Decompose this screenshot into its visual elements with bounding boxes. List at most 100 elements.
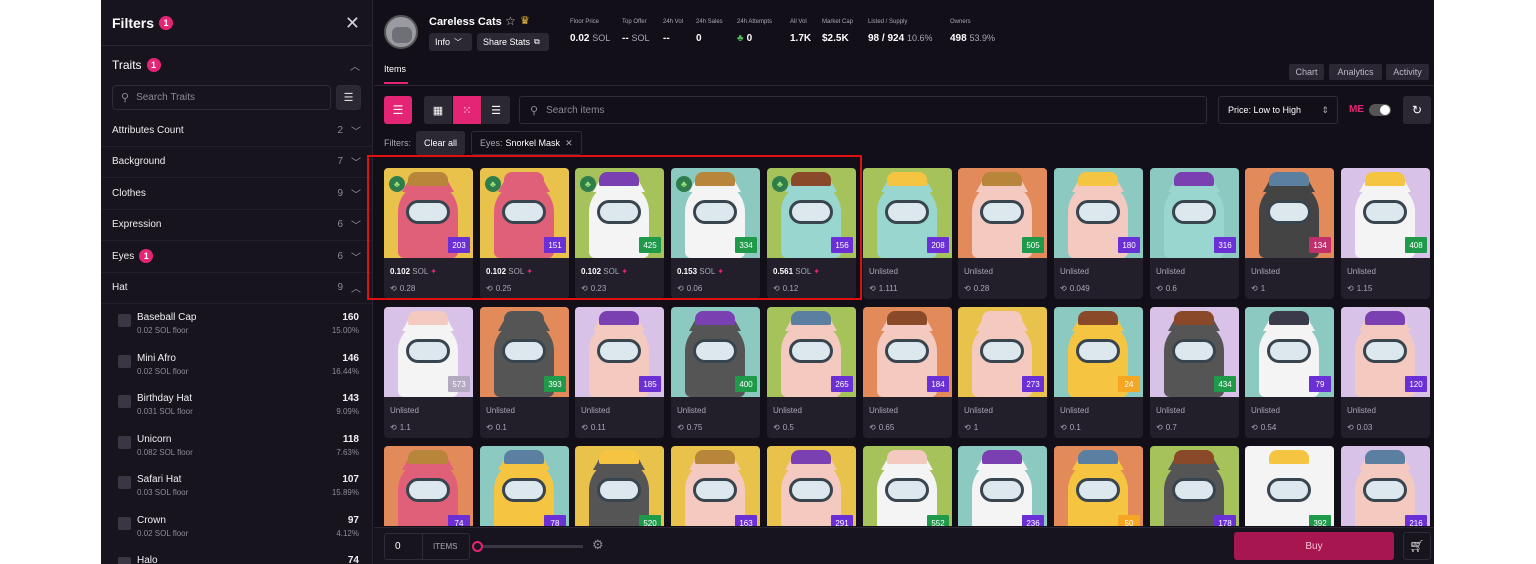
hat-value-row[interactable]: Birthday Hat 0.031 SOL floor 143 9.09% [101, 388, 372, 429]
attribute-row[interactable]: Clothes 9 ﹀ [101, 178, 372, 210]
info-button[interactable]: Info ﹀ [429, 33, 472, 51]
hat-value-row[interactable]: Unicorn 0.082 SOL floor 118 7.63% [101, 429, 372, 470]
attribute-row[interactable]: Expression 6 ﹀ [101, 210, 372, 241]
hat-value-row[interactable]: Safari Hat 0.03 SOL floor 107 15.89% [101, 469, 372, 510]
nft-card[interactable]: 185 Unlisted ⟲ 0.11 [575, 307, 664, 438]
nft-card[interactable]: 24 Unlisted ⟲ 0.1 [1054, 307, 1143, 438]
stat-value-row: 0.02 SOL [570, 33, 610, 44]
attribute-row[interactable]: Attributes Count 2 ﹀ [101, 115, 372, 147]
cat-hat [791, 172, 831, 186]
last-sale-row: ⟲ 0.28 [390, 284, 415, 293]
search-traits-input[interactable]: ⚲ Search Traits [112, 85, 331, 110]
attribute-row[interactable]: Hat 9 ︿ [101, 273, 372, 304]
tab-chart[interactable]: Chart [1289, 64, 1324, 80]
refresh-icon[interactable]: ↻ [1403, 96, 1431, 124]
nft-card[interactable]: 78 [480, 446, 569, 526]
nft-card[interactable]: ♣ 151 0.102 SOL ✦ ⟲ 0.25 [480, 168, 569, 299]
tab-analytics[interactable]: Analytics [1329, 64, 1382, 80]
checkbox[interactable] [118, 354, 131, 368]
filters-count-badge: 1 [159, 15, 174, 30]
snorkel-mask [406, 478, 450, 502]
checkbox[interactable] [118, 435, 131, 449]
hat-value-row[interactable]: Mini Afro 0.02 SOL floor 146 16.44% [101, 348, 372, 389]
nft-image: 434 [1150, 307, 1239, 397]
checkbox[interactable] [118, 476, 131, 489]
nft-card[interactable]: 50 [1054, 446, 1143, 526]
search-items-input[interactable]: ⚲ Search items [519, 96, 1207, 124]
checkbox[interactable] [118, 516, 131, 530]
list-view-icon[interactable]: ☰ [336, 85, 361, 110]
filter-chip-eyes[interactable]: Eyes: Snorkel Mask ✕ [471, 131, 582, 155]
nft-card[interactable]: 178 [1150, 446, 1239, 526]
gear-icon[interactable]: ⚙ [592, 537, 604, 553]
nft-card[interactable]: 79 Unlisted ⟲ 0.54 [1245, 307, 1334, 438]
nft-card[interactable]: 434 Unlisted ⟲ 0.7 [1150, 307, 1239, 438]
hat-value-row[interactable]: Baseball Cap 0.02 SOL floor 160 15.00% [101, 307, 372, 348]
nft-card[interactable]: 273 Unlisted ⟲ 1 [958, 307, 1047, 438]
cat-hat [408, 311, 448, 325]
cart-icon[interactable]: 🛒︎ [1403, 532, 1431, 560]
nft-card[interactable]: ♣ 334 0.153 SOL ✦ ⟲ 0.06 [671, 168, 760, 299]
quantity-input[interactable]: 0 ITEMS [384, 533, 470, 560]
nft-card[interactable]: 236 [958, 446, 1047, 526]
tab-items[interactable]: Items [384, 64, 406, 74]
traits-section-toggle[interactable]: Traits 1 ︿ [101, 46, 372, 84]
active-filters: Filters: Clear all Eyes: Snorkel Mask ✕ [384, 131, 588, 155]
snorkel-mask [1267, 200, 1311, 224]
nft-image: 184 [863, 307, 952, 397]
nft-card[interactable]: 393 Unlisted ⟲ 0.1 [480, 307, 569, 438]
checkbox[interactable] [118, 314, 131, 327]
clear-all-button[interactable]: Clear all [416, 131, 466, 155]
nft-card[interactable]: ♣ 203 0.102 SOL ✦ ⟲ 0.28 [384, 168, 473, 299]
nft-card[interactable]: 520 [575, 446, 664, 526]
nft-card[interactable]: 400 Unlisted ⟲ 0.75 [671, 307, 760, 438]
tab-activity[interactable]: Activity [1386, 64, 1429, 80]
nft-card[interactable]: 505 Unlisted ⟲ 0.28 [958, 168, 1047, 299]
hat-value-floor: 0.031 SOL floor [137, 407, 193, 416]
nft-card[interactable]: ♣ 425 0.102 SOL ✦ ⟲ 0.23 [575, 168, 664, 299]
nft-card[interactable]: 208 Unlisted ⟲ 1.111 [863, 168, 952, 299]
nft-card[interactable]: 408 Unlisted ⟲ 1.15 [1341, 168, 1430, 299]
close-icon[interactable]: ✕ [565, 138, 573, 149]
nft-image: 520 [575, 446, 664, 526]
sweep-slider[interactable] [472, 541, 583, 552]
cat-hat [1365, 172, 1405, 186]
nft-card[interactable]: 573 Unlisted ⟲ 1.1 [384, 307, 473, 438]
sort-select[interactable]: Price: Low to High ⇕ [1218, 96, 1338, 124]
hat-value-row[interactable]: Crown 0.02 SOL floor 97 4.12% [101, 510, 372, 551]
marketplace-app: Filters 1 ✕ Traits 1 ︿ ⚲ Search Traits ☰… [101, 0, 1434, 564]
nft-card[interactable]: 265 Unlisted ⟲ 0.5 [767, 307, 856, 438]
snorkel-mask [502, 200, 546, 224]
nft-card[interactable]: 552 [863, 446, 952, 526]
attribute-row[interactable]: Eyes 1 6 ﹀ [101, 241, 372, 273]
close-icon[interactable]: ✕ [345, 13, 360, 34]
nft-card[interactable]: 120 Unlisted ⟲ 0.03 [1341, 307, 1430, 438]
last-sale-value: 1.15 [1356, 284, 1373, 293]
checkbox[interactable] [118, 557, 131, 564]
nft-card[interactable]: 134 Unlisted ⟲ 1 [1245, 168, 1334, 299]
slider-handle[interactable] [472, 541, 483, 552]
small-grid-icon[interactable]: ⁙ [453, 96, 481, 124]
star-icon[interactable]: ☆ [505, 14, 516, 28]
last-sale-row: ⟲ 0.12 [773, 284, 798, 293]
nft-card[interactable]: 216 [1341, 446, 1430, 526]
nft-card[interactable]: 316 Unlisted ⟲ 0.6 [1150, 168, 1239, 299]
cat-hat [599, 450, 639, 464]
nft-card[interactable]: 392 [1245, 446, 1334, 526]
filter-toggle-icon[interactable]: ☰ [384, 96, 412, 124]
nft-card[interactable]: 184 Unlisted ⟲ 0.65 [863, 307, 952, 438]
nft-card[interactable]: 291 [767, 446, 856, 526]
large-grid-icon[interactable]: ▦ [424, 96, 452, 124]
list-view-toggle-icon[interactable]: ☰ [482, 96, 510, 124]
hat-value-row[interactable]: Halo 74 [101, 550, 372, 564]
checkbox[interactable] [118, 395, 131, 408]
attribute-row[interactable]: Background 7 ﹀ [101, 147, 372, 178]
nft-card[interactable]: 74 [384, 446, 473, 526]
me-toggle[interactable] [1369, 104, 1391, 116]
buy-button[interactable]: Buy [1234, 532, 1394, 560]
last-sale-icon: ⟲ [1347, 423, 1354, 432]
nft-card[interactable]: 180 Unlisted ⟲ 0.049 [1054, 168, 1143, 299]
share-stats-button[interactable]: Share Stats ⧉ [477, 33, 549, 51]
nft-card[interactable]: 163 [671, 446, 760, 526]
nft-card[interactable]: ♣ 156 0.561 SOL ✦ ⟲ 0.12 [767, 168, 856, 299]
